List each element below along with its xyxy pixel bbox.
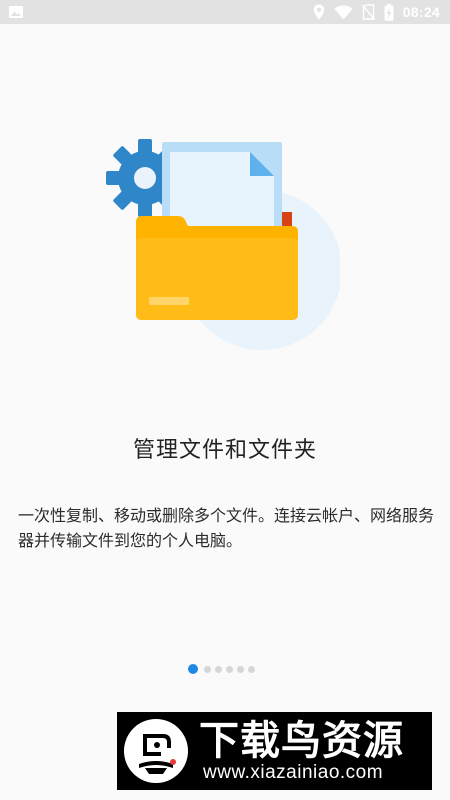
watermark-banner: 下载鸟资源 www.xiazainiao.com (117, 712, 432, 790)
wifi-icon (333, 5, 353, 20)
page-dot-active[interactable] (188, 664, 198, 674)
page-indicator[interactable] (188, 662, 255, 676)
image-icon (8, 5, 24, 19)
folder-with-documents-and-gear-icon (100, 130, 342, 355)
watermark-url: www.xiazainiao.com (203, 762, 384, 783)
page-dot[interactable] (215, 665, 222, 673)
page-dot[interactable] (226, 665, 233, 673)
page-dot[interactable] (204, 665, 211, 673)
feature-description: 一次性复制、移动或删除多个文件。连接云帐户、网络服务器并传输文件到您的个人电脑。 (18, 506, 435, 550)
location-icon (313, 4, 325, 20)
page-title: 管理文件和文件夹 (132, 438, 317, 463)
page-dot[interactable] (237, 665, 244, 673)
status-bar: 08:24 (0, 0, 450, 24)
bird-logo-icon (123, 718, 189, 784)
battery-charging-icon (384, 3, 394, 21)
watermark-title: 下载鸟资源 (199, 718, 404, 764)
no-sim-icon (361, 4, 375, 20)
status-time: 08:24 (402, 4, 440, 20)
page-dot[interactable] (248, 665, 255, 673)
